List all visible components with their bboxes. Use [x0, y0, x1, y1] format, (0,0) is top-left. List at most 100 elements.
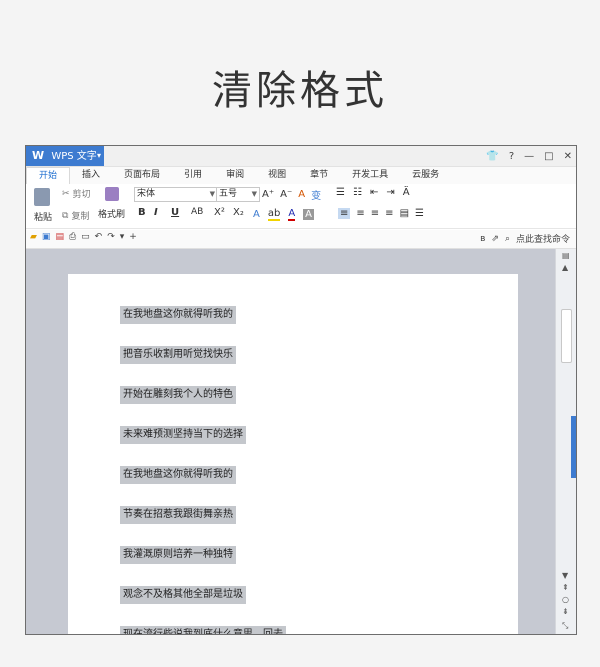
command-search-label: 点此查找命令: [515, 235, 570, 245]
size-select[interactable]: 五号 ▼: [216, 187, 260, 202]
wps-logo-icon: W: [32, 149, 45, 162]
window-controls: 👕 ? — □ ✕: [486, 146, 572, 166]
print-preview-icon[interactable]: ▭: [81, 232, 90, 242]
subscript-button[interactable]: X₂: [233, 207, 244, 218]
scroll-down-icon[interactable]: ▼: [562, 571, 568, 580]
skin-icon[interactable]: 👕: [486, 151, 498, 162]
document-page[interactable]: 在我地盘这你就得听我的 把音乐收割用听觉找快乐 开始在雕刻我个人的特色 未来难预…: [68, 274, 518, 634]
text-direction-icon[interactable]: Ä: [403, 187, 410, 198]
italic-button[interactable]: I: [154, 207, 158, 218]
prev-page-icon[interactable]: ⇞: [562, 583, 569, 592]
scroll-thumb[interactable]: [561, 309, 572, 363]
text-effect-icon[interactable]: A: [253, 209, 260, 220]
chevron-down-icon: ▼: [209, 190, 215, 198]
paragraph-group: ☰ ☷ ⇤ ⇥ Ä: [336, 187, 410, 198]
tab-home[interactable]: 开始: [26, 167, 71, 184]
doc-line[interactable]: 未来难预测坚持当下的选择: [120, 426, 246, 444]
shrink-font-icon[interactable]: A⁻: [280, 189, 292, 200]
copy-icon: ⧉: [62, 210, 69, 221]
tab-references[interactable]: 引用: [172, 167, 214, 184]
chevron-down-icon: ▼: [251, 190, 257, 198]
align-right-icon[interactable]: ≡: [371, 208, 379, 219]
clipboard-icon: [34, 188, 50, 206]
bullets-icon[interactable]: ☰: [336, 187, 345, 198]
doc-line[interactable]: 我灌溉原则培养一种独特: [120, 546, 236, 564]
customize-qat-icon[interactable]: ▾: [120, 232, 125, 242]
close-icon[interactable]: ✕: [564, 151, 572, 162]
tab-cloud[interactable]: 云服务: [400, 167, 451, 184]
undo-icon[interactable]: ↶: [95, 232, 103, 242]
open-icon[interactable]: ▰: [30, 232, 37, 242]
doc-line[interactable]: 把音乐收割用听觉找快乐: [120, 346, 236, 364]
title-bar: W WPS 文字 ▾ 👕 ? — □ ✕: [26, 146, 576, 167]
brush-icon: [104, 187, 119, 201]
underline-button[interactable]: U: [171, 207, 179, 218]
scissors-icon: ✂: [62, 188, 70, 199]
char-shading-icon[interactable]: A: [303, 209, 315, 220]
app-name: WPS 文字: [51, 151, 97, 162]
help-icon[interactable]: ?: [509, 151, 514, 162]
pinyin-icon[interactable]: 变: [311, 187, 321, 202]
line-spacing-icon[interactable]: ☰: [415, 208, 424, 219]
font-color-icon[interactable]: A: [288, 208, 296, 221]
side-panel-handle[interactable]: [571, 416, 576, 478]
copy-button[interactable]: ⧉ 复制: [62, 209, 89, 223]
qat-icons: ▰ ▣ ▤ ⎙ ▭ ↶ ↷ ▾ +: [30, 232, 137, 242]
doc-line[interactable]: 节奏在招惹我跟街舞亲热: [120, 506, 236, 524]
command-search[interactable]: ʙ ⇗ ⌕ 点此查找命令: [480, 232, 570, 246]
strikethrough-button[interactable]: AB: [191, 207, 203, 217]
add-icon[interactable]: +: [129, 232, 137, 242]
highlight-icon[interactable]: ab: [267, 208, 281, 221]
color-group: A ab A A: [253, 208, 315, 221]
export-pdf-icon[interactable]: ▤: [55, 232, 64, 242]
tab-page-layout[interactable]: 页面布局: [112, 167, 172, 184]
paste-label: 粘贴: [34, 213, 53, 223]
ribbon-tabs: 开始 插入 页面布局 引用 审阅 视图 章节 开发工具 云服务: [26, 167, 576, 184]
font-size-group: A⁺ A⁻ A 变: [262, 187, 321, 202]
doc-line[interactable]: 现在流行些说我到底什么意思，回去: [120, 626, 286, 634]
cut-label: 剪切: [72, 190, 91, 200]
doc-line[interactable]: 开始在雕刻我个人的特色: [120, 386, 236, 404]
ruler-toggle-icon[interactable]: ▤: [562, 251, 570, 260]
tab-view[interactable]: 视图: [256, 167, 298, 184]
share-icon[interactable]: ⇗: [491, 234, 499, 244]
tab-developer[interactable]: 开发工具: [340, 167, 400, 184]
ribbon: 粘贴 ✂ 剪切 ⧉ 复制 格式刷 宋体 ▼ 五号 ▼ A⁺ A⁻ A 变 ☰ ☷…: [26, 184, 576, 229]
align-left-icon[interactable]: ≡: [338, 208, 351, 219]
next-page-icon[interactable]: ⇟: [562, 607, 569, 616]
scroll-up-icon[interactable]: ▲: [562, 263, 568, 272]
superscript-button[interactable]: X²: [214, 207, 225, 218]
decrease-indent-icon[interactable]: ⇤: [370, 187, 378, 198]
b-icon[interactable]: ʙ: [480, 234, 485, 244]
justify-icon[interactable]: ≡: [385, 208, 393, 219]
tab-review[interactable]: 审阅: [214, 167, 256, 184]
format-painter-label: 格式刷: [98, 210, 126, 220]
numbering-icon[interactable]: ☷: [353, 187, 362, 198]
save-icon[interactable]: ▣: [42, 232, 51, 242]
maximize-icon[interactable]: □: [544, 151, 553, 162]
zoom-icon[interactable]: ⤡: [562, 621, 568, 631]
minimize-icon[interactable]: —: [524, 151, 534, 162]
align-center-icon[interactable]: ≡: [356, 208, 364, 219]
grow-font-icon[interactable]: A⁺: [262, 189, 274, 200]
wps-window: W WPS 文字 ▾ 👕 ? — □ ✕ 开始 插入 页面布局 引用 审阅 视图…: [25, 145, 577, 635]
bold-button[interactable]: B: [138, 207, 146, 218]
doc-line[interactable]: 在我地盘这你就得听我的: [120, 466, 236, 484]
print-icon[interactable]: ⎙: [69, 232, 76, 242]
font-select[interactable]: 宋体 ▼: [134, 187, 218, 202]
cut-button[interactable]: ✂ 剪切: [62, 187, 91, 201]
doc-line[interactable]: 观念不及格其他全部是垃圾: [120, 586, 246, 604]
clear-format-icon[interactable]: A: [298, 189, 305, 200]
app-menu-button[interactable]: W WPS 文字 ▾: [26, 146, 104, 166]
doc-line[interactable]: 在我地盘这你就得听我的: [120, 306, 236, 324]
increase-indent-icon[interactable]: ⇥: [386, 187, 394, 198]
distribute-icon[interactable]: ▤: [400, 208, 409, 219]
format-painter-button[interactable]: 格式刷: [98, 187, 125, 220]
redo-icon[interactable]: ↷: [107, 232, 115, 242]
select-browse-icon[interactable]: ○: [562, 595, 569, 604]
tab-section[interactable]: 章节: [298, 167, 340, 184]
size-value: 五号: [219, 189, 238, 199]
tab-insert[interactable]: 插入: [70, 167, 112, 184]
quick-access-toolbar: ▰ ▣ ▤ ⎙ ▭ ↶ ↷ ▾ + ʙ ⇗ ⌕ 点此查找命令: [26, 230, 576, 249]
paste-button[interactable]: 粘贴: [34, 188, 52, 223]
